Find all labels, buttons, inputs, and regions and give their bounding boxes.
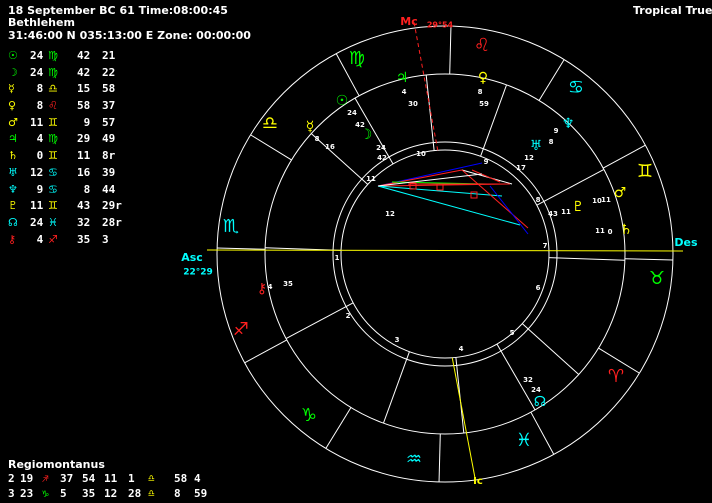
aspect-line [461, 169, 529, 229]
aspect-line [471, 169, 501, 183]
taurus-icon: ♉ [649, 268, 665, 289]
planet-minute: 32 [523, 376, 533, 384]
planet-minute: 10 [592, 197, 602, 205]
uranus-chart-icon: ♅ [530, 138, 543, 154]
house-cusp-line [480, 84, 508, 157]
chiron-chart-icon: ⚷ [257, 281, 267, 297]
house-cusp-line [521, 323, 580, 375]
house-number: 4 [459, 345, 464, 353]
imum-coeli-line [451, 357, 476, 479]
house-number: 6 [536, 284, 541, 292]
midheaven-degree: 29°54 [427, 21, 454, 30]
planet-minute: 30 [408, 100, 418, 108]
house-number: 9 [484, 158, 489, 166]
sun-chart-icon: ☉ [336, 93, 349, 109]
zodiac-divider [325, 407, 352, 449]
imum-coeli-label: Ic [473, 476, 483, 487]
node-chart-icon: ☊ [534, 394, 546, 410]
planet-degree: 0 [608, 228, 613, 236]
aspect-square-marker [470, 191, 478, 199]
house-number: 1 [335, 254, 340, 262]
virgo-icon: ♍ [349, 48, 365, 69]
planet-degree: 11 [561, 208, 571, 216]
house-number: 12 [385, 210, 395, 218]
midheaven-label: Mc [400, 15, 417, 28]
house-number: 2 [346, 312, 351, 320]
pisces-icon: ♓ [516, 430, 532, 451]
capricorn-icon: ♑ [301, 405, 317, 426]
planet-minute: 59 [479, 100, 489, 108]
planet-degree: 8 [478, 88, 483, 96]
midheaven-line [413, 21, 439, 151]
horizon-line [206, 249, 684, 252]
gemini-icon: ♊ [637, 161, 653, 182]
planet-minute: 8 [549, 138, 554, 146]
house-cusp-line [382, 351, 410, 424]
house-cusp-line [285, 302, 354, 339]
ascendant-label: Asc [181, 251, 203, 264]
aspect-line [489, 185, 529, 235]
mercury-chart-icon: ☿ [306, 119, 315, 135]
house-number: 5 [510, 329, 515, 337]
planet-degree: 8 [315, 135, 320, 143]
zodiac-divider [250, 134, 292, 161]
zodiac-divider [624, 258, 673, 261]
scorpio-icon: ♏ [223, 216, 239, 237]
moon-chart-icon: ☽ [360, 127, 373, 143]
house-number: 10 [416, 150, 426, 158]
sagittarius-icon: ♐ [233, 319, 249, 340]
zodiac-divider [438, 433, 441, 482]
cancer-icon: ♋ [568, 77, 584, 98]
house-cusp-line [548, 257, 625, 261]
planet-minute: 11 [595, 227, 605, 235]
house-number: 3 [395, 336, 400, 344]
venus-chart-icon: ♀ [478, 70, 488, 86]
planet-degree: 24 [376, 144, 386, 152]
planet-degree: 12 [524, 154, 534, 162]
planet-degree: 24 [347, 109, 357, 117]
descendant-label: Des [674, 236, 698, 249]
planet-degree: 24 [531, 386, 541, 394]
planet-minute: 17 [516, 164, 526, 172]
planet-degree: 4 [268, 283, 273, 291]
planet-minute: 16 [325, 143, 335, 151]
planet-minute: 43 [548, 210, 558, 218]
planet-degree: 9 [554, 127, 559, 135]
saturn-chart-icon: ♄ [620, 222, 633, 238]
jupiter-chart-icon: ♃ [396, 70, 409, 86]
chart-wheel[interactable]: ♌♋♊♉♈♓♒♑♐♏♎♍123456789101112Asc22°29DesMc… [0, 0, 712, 503]
zodiac-divider [449, 26, 452, 75]
planet-minute: 42 [377, 154, 387, 162]
house-number: 8 [536, 196, 541, 204]
house-number: 11 [366, 175, 376, 183]
ascendant-degree: 22°29 [183, 268, 213, 278]
planet-degree: 11 [601, 196, 611, 204]
house-number: 7 [543, 242, 548, 250]
planet-minute: 35 [283, 280, 293, 288]
zodiac-divider [244, 339, 288, 364]
zodiac-divider [538, 59, 565, 101]
leo-icon: ♌ [474, 35, 490, 56]
planet-degree: 4 [402, 88, 407, 96]
zodiac-divider [217, 247, 266, 250]
neptune-chart-icon: ♆ [562, 116, 575, 132]
house-cusp-line [425, 74, 435, 151]
aquarius-icon: ♒ [406, 449, 422, 470]
pluto-chart-icon: ♇ [572, 199, 585, 215]
aries-icon: ♈ [608, 366, 624, 387]
mars-chart-icon: ♂ [614, 185, 627, 201]
libra-icon: ♎ [262, 113, 278, 134]
outer-circle [216, 25, 674, 483]
zodiac-divider [530, 411, 555, 455]
